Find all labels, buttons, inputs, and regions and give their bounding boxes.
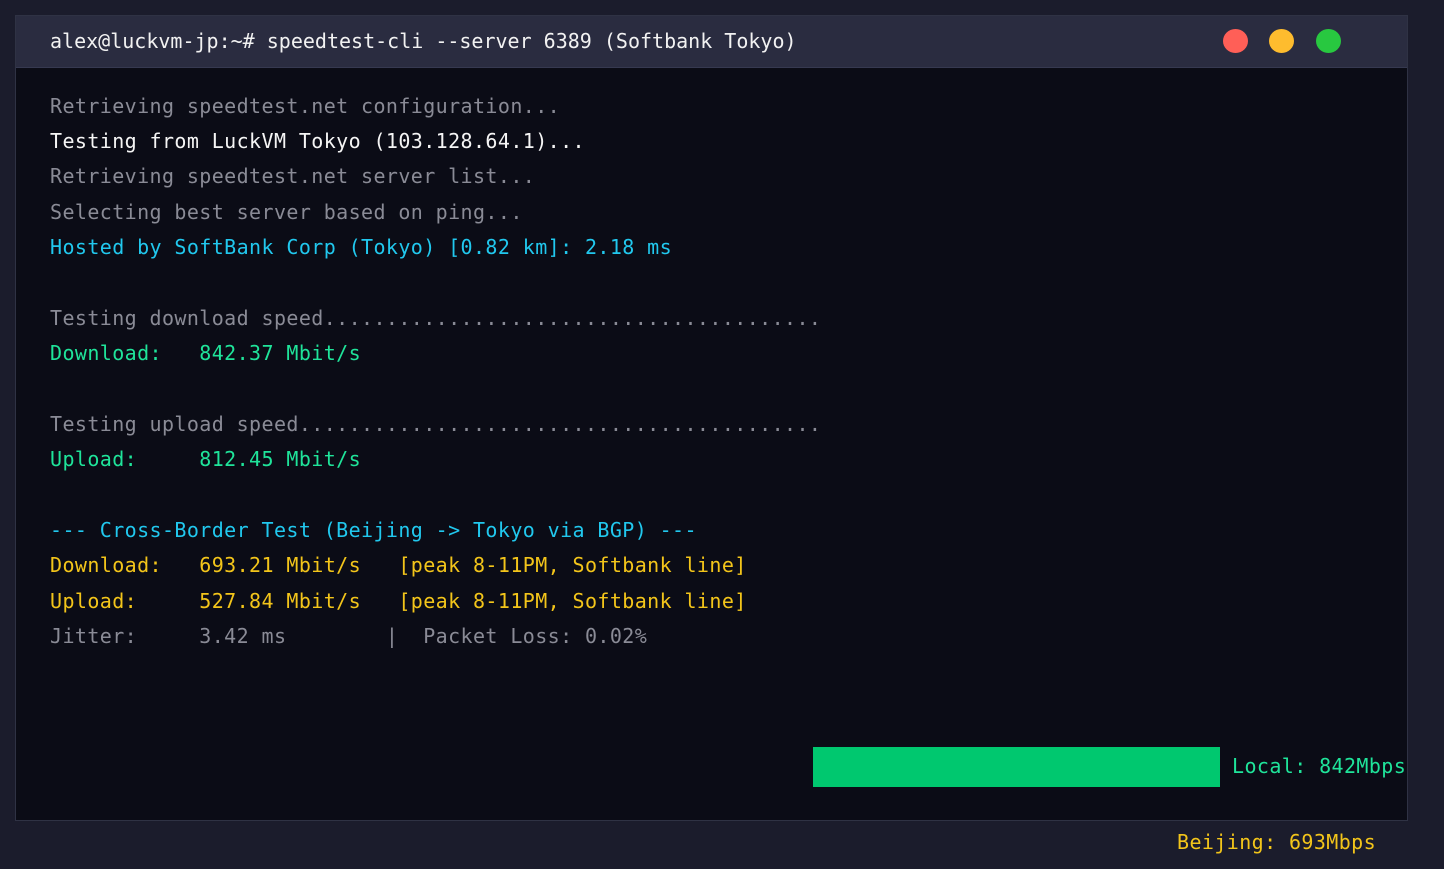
terminal-title: alex@luckvm-jp:~# speedtest-cli --server…	[50, 29, 797, 53]
output-line-retrieving-config: Retrieving speedtest.net configuration..…	[50, 94, 561, 118]
output-line-download-result: Download: 842.37 Mbit/s	[50, 341, 362, 365]
local-speed-label: Local: 842Mbps	[1232, 754, 1407, 778]
output-line-upload-result: Upload: 812.45 Mbit/s	[50, 447, 362, 471]
beijing-speed-label: Beijing: 693Mbps	[1177, 830, 1377, 854]
output-line-retrieving-servers: Retrieving speedtest.net server list...	[50, 164, 536, 188]
output-line-testing-upload: Testing upload speed....................…	[50, 412, 822, 436]
close-button[interactable]	[1223, 29, 1248, 53]
output-line-cb-download: Download: 693.21 Mbit/s [peak 8-11PM, So…	[50, 553, 747, 577]
terminal-titlebar: alex@luckvm-jp:~# speedtest-cli --server…	[16, 16, 1407, 68]
local-speed-bar	[813, 747, 1220, 787]
output-line-hosted-by: Hosted by SoftBank Corp (Tokyo) [0.82 km…	[50, 235, 673, 259]
terminal-window: alex@luckvm-jp:~# speedtest-cli --server…	[15, 15, 1408, 821]
output-line-testing-from: Testing from LuckVM Tokyo (103.128.64.1)…	[50, 129, 585, 153]
output-line-selecting-server: Selecting best server based on ping...	[50, 200, 523, 224]
minimize-button[interactable]	[1269, 29, 1294, 53]
output-line-cross-border-header: --- Cross-Border Test (Beijing -> Tokyo …	[50, 518, 697, 542]
maximize-button[interactable]	[1316, 29, 1341, 53]
output-line-jitter: Jitter: 3.42 ms | Packet Loss: 0.02%	[50, 624, 648, 648]
output-line-testing-download: Testing download speed..................…	[50, 306, 822, 330]
output-line-cb-upload: Upload: 527.84 Mbit/s [peak 8-11PM, Soft…	[50, 589, 747, 613]
